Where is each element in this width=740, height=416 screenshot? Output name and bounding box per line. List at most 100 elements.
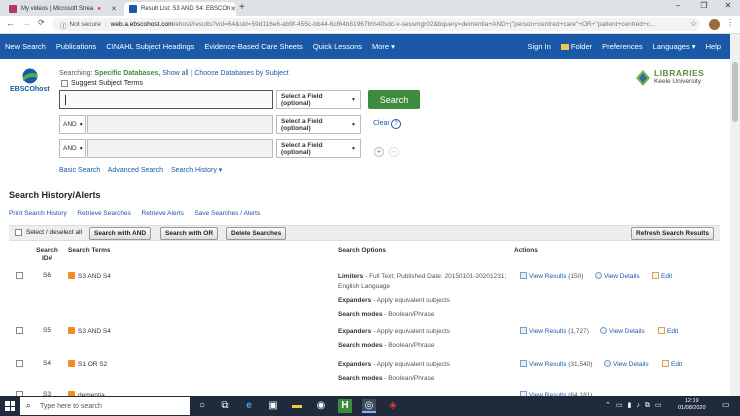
edit-link[interactable]: Edit bbox=[652, 272, 672, 280]
delete-searches-button[interactable]: Delete Searches bbox=[226, 227, 287, 240]
field-select-2[interactable]: Select a Field (optional) ▼ bbox=[276, 115, 361, 134]
view-details-link[interactable]: View Details bbox=[600, 327, 645, 335]
basic-search-link[interactable]: Basic Search bbox=[59, 167, 100, 174]
reload-button[interactable]: ⟳ bbox=[38, 18, 45, 27]
view-results-link[interactable]: View Results (31,540) bbox=[520, 360, 592, 368]
details-icon bbox=[595, 272, 602, 279]
maximize-button[interactable]: ❐ bbox=[694, 1, 714, 10]
browser-menu-icon[interactable]: ⋮ bbox=[726, 18, 734, 27]
browser-tab-ebsco[interactable]: Result List: S3 AND S4: EBSCOh ✕ bbox=[124, 2, 236, 16]
row-search-terms[interactable]: S1 OR S2 bbox=[68, 360, 107, 368]
file-explorer-icon[interactable]: ▬ bbox=[290, 399, 304, 413]
edit-icon bbox=[658, 327, 665, 334]
select-all-checkbox[interactable] bbox=[15, 229, 22, 236]
search-with-and-button[interactable]: Search with AND bbox=[89, 227, 152, 240]
row-checkbox[interactable] bbox=[16, 327, 23, 334]
stream-app-icon[interactable]: ◈ bbox=[386, 399, 400, 413]
help-link[interactable]: Help bbox=[701, 42, 726, 51]
nav-more[interactable]: More ▾ bbox=[367, 42, 400, 51]
results-icon bbox=[520, 360, 527, 367]
rss-icon bbox=[68, 272, 75, 279]
show-all-link[interactable]: Show all bbox=[162, 70, 188, 77]
folder-link[interactable]: Folder bbox=[556, 42, 597, 51]
search-button[interactable]: Search bbox=[368, 90, 420, 109]
windows-start-icon[interactable] bbox=[5, 401, 15, 411]
search-input-2[interactable] bbox=[87, 115, 273, 134]
url-field[interactable]: ⓘ Not secure | web.a.ebscohost.com/ehost… bbox=[52, 18, 700, 31]
h-app-icon[interactable]: H bbox=[338, 399, 352, 413]
suggest-terms-checkbox[interactable] bbox=[61, 80, 68, 87]
history-heading: Search History/Alerts bbox=[9, 190, 101, 200]
forward-button[interactable]: → bbox=[22, 18, 31, 28]
search-icon: ⌕ bbox=[26, 400, 32, 410]
search-input-3[interactable] bbox=[87, 139, 273, 158]
advanced-search-link[interactable]: Advanced Search bbox=[108, 167, 163, 174]
taskbar-clock[interactable]: 12:19 01/08/2020 bbox=[678, 398, 706, 412]
database-label: Specific Databases, bbox=[94, 70, 161, 77]
back-button[interactable]: ← bbox=[6, 18, 15, 28]
help-icon[interactable]: ? bbox=[391, 119, 401, 129]
minimize-button[interactable]: – bbox=[668, 1, 688, 10]
row-search-id: S4 bbox=[43, 360, 51, 367]
col-search-id[interactable]: Search ID# bbox=[36, 247, 58, 263]
scrollbar-thumb[interactable] bbox=[732, 62, 738, 122]
row-search-terms[interactable]: S3 AND S4 bbox=[68, 272, 111, 280]
refresh-results-button[interactable]: Refresh Search Results bbox=[631, 227, 714, 240]
languages-menu[interactable]: Languages ▾ bbox=[648, 42, 701, 51]
nav-cinahl-headings[interactable]: CINAHL Subject Headings bbox=[101, 42, 199, 51]
tab-title: My videos | Microsoft Strea bbox=[21, 6, 94, 12]
ebsco-globe-icon bbox=[22, 68, 38, 84]
cortana-icon[interactable]: ○ bbox=[195, 399, 209, 413]
view-results-link[interactable]: View Results (1,727) bbox=[520, 327, 589, 335]
taskbar-search-input[interactable]: ⌕ Type here to search bbox=[20, 397, 190, 415]
url-path: /ehost/results?vid=64&sid=59d116e6-ab9f-… bbox=[173, 21, 656, 28]
view-details-link[interactable]: View Details bbox=[595, 272, 640, 280]
system-tray-icons[interactable]: ⌃▭▮♪⧉▭ bbox=[605, 401, 666, 410]
row-checkbox[interactable] bbox=[16, 272, 23, 279]
profile-avatar[interactable] bbox=[709, 19, 720, 30]
task-view-icon[interactable]: ⧉ bbox=[218, 399, 232, 413]
details-icon bbox=[600, 327, 607, 334]
retrieve-searches-link[interactable]: Retrieve Searches bbox=[77, 210, 130, 217]
search-with-or-button[interactable]: Search with OR bbox=[160, 227, 219, 240]
close-tab-icon[interactable]: ✕ bbox=[230, 5, 236, 13]
edge-icon[interactable]: e bbox=[242, 399, 256, 413]
browser-tab-stream[interactable]: My videos | Microsoft Strea ● ✕ bbox=[4, 2, 122, 16]
edit-link[interactable]: Edit bbox=[658, 327, 678, 335]
boolean-select-2[interactable]: AND ▼ bbox=[59, 139, 86, 158]
print-history-link[interactable]: Print Search History bbox=[9, 210, 67, 217]
search-input-1[interactable] bbox=[59, 90, 273, 109]
save-searches-link[interactable]: Save Searches / Alerts bbox=[194, 210, 260, 217]
chrome-icon[interactable]: ◎ bbox=[362, 399, 376, 413]
edit-link[interactable]: Edit bbox=[662, 360, 682, 368]
nav-new-search[interactable]: New Search bbox=[0, 42, 51, 51]
close-window-button[interactable]: ✕ bbox=[718, 1, 738, 10]
sign-in-link[interactable]: Sign In bbox=[523, 42, 556, 51]
row-checkbox[interactable] bbox=[16, 360, 23, 367]
field-select-1[interactable]: Select a Field (optional) ▼ bbox=[276, 90, 361, 109]
remove-row-icon[interactable]: − bbox=[389, 147, 399, 157]
field-select-3[interactable]: Select a Field (optional) ▼ bbox=[276, 139, 361, 158]
recording-dot-icon: ● bbox=[97, 6, 101, 12]
nav-publications[interactable]: Publications bbox=[51, 42, 101, 51]
close-tab-icon[interactable]: ✕ bbox=[111, 5, 117, 13]
clear-link[interactable]: Clear bbox=[373, 120, 390, 127]
bookmark-star-icon[interactable]: ☆ bbox=[690, 19, 697, 28]
new-tab-button[interactable]: + bbox=[239, 2, 245, 13]
nav-care-sheets[interactable]: Evidence-Based Care Sheets bbox=[199, 42, 307, 51]
boolean-select-1[interactable]: AND ▼ bbox=[59, 115, 86, 134]
view-details-link[interactable]: View Details bbox=[604, 360, 649, 368]
ebscohost-logo[interactable]: EBSCOhost bbox=[10, 68, 52, 96]
add-row-icon[interactable]: + bbox=[374, 147, 384, 157]
search-history-link[interactable]: Search History ▾ bbox=[171, 167, 222, 174]
preferences-link[interactable]: Preferences bbox=[597, 42, 647, 51]
store-icon[interactable]: ▣ bbox=[266, 399, 280, 413]
choose-databases-link[interactable]: Choose Databases by Subject bbox=[194, 70, 288, 77]
app-icon[interactable]: ◉ bbox=[314, 399, 328, 413]
retrieve-alerts-link[interactable]: Retrieve Alerts bbox=[142, 210, 184, 217]
tab-title: Result List: S3 AND S4: EBSCOh bbox=[141, 6, 231, 12]
row-search-terms[interactable]: S3 AND S4 bbox=[68, 327, 111, 335]
view-results-link[interactable]: View Results (150) bbox=[520, 272, 583, 280]
nav-quick-lessons[interactable]: Quick Lessons bbox=[308, 42, 367, 51]
notification-icon[interactable]: ▭ bbox=[722, 400, 730, 409]
